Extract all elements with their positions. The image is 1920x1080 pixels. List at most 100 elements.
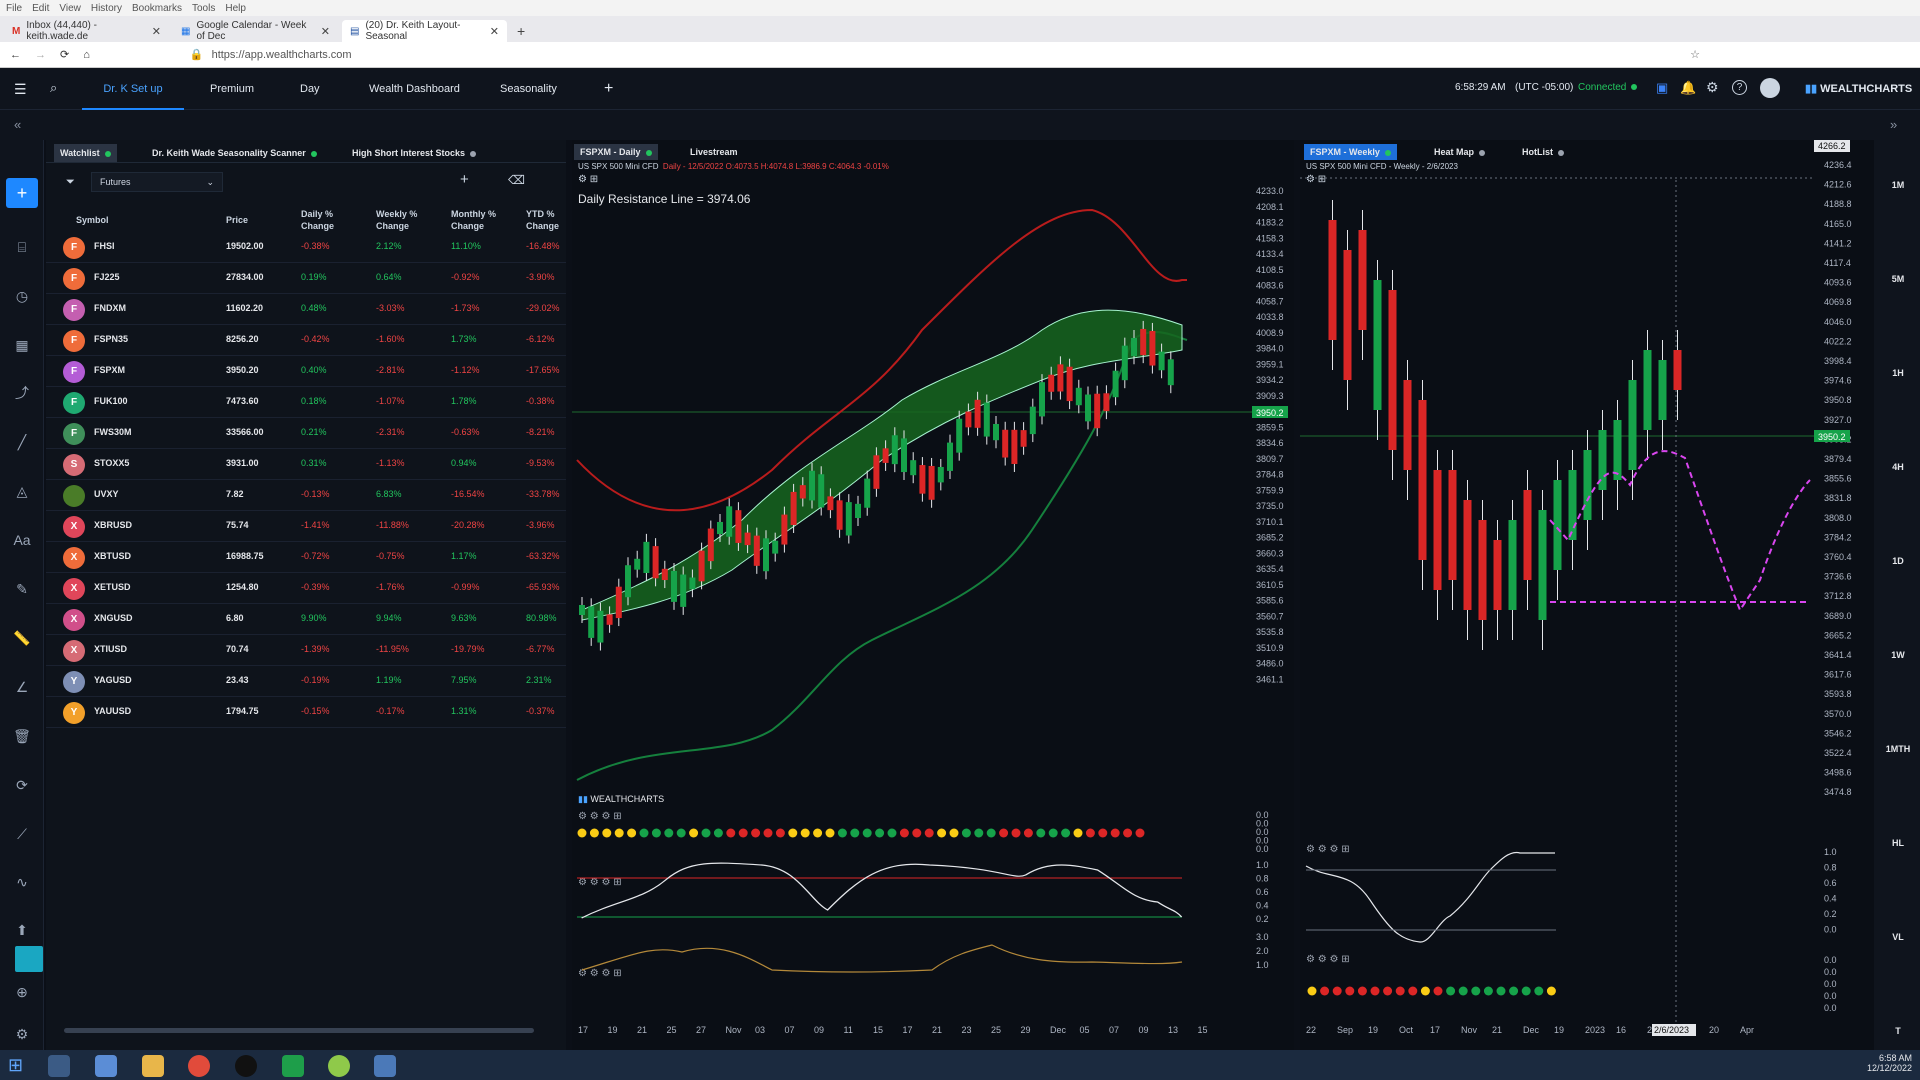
- timeframe-1w[interactable]: 1W: [1880, 650, 1916, 660]
- line-tool-icon[interactable]: ╱: [12, 432, 32, 452]
- add-icon[interactable]: +: [6, 178, 38, 208]
- col-daily[interactable]: Daily % Change: [301, 208, 351, 232]
- watchlist-row[interactable]: X XTIUSD 70.74 -1.39% -11.95% -19.79% -6.77%: [46, 635, 566, 666]
- watchlist-row[interactable]: Y YAUUSD 1794.75 -0.15% -0.17% 1.31% -0.37%: [46, 697, 566, 728]
- browser-tab-calendar[interactable]: ▦ Google Calendar - Week of Dec ✕: [173, 20, 338, 42]
- col-weekly[interactable]: Weekly % Change: [376, 208, 431, 232]
- daily-chart-canvas[interactable]: 4233.0 4208.1 4183.2 4158.3 4133.4 4108.5 4083…: [572, 140, 1294, 1050]
- timeframe-hl[interactable]: HL: [1880, 838, 1916, 848]
- col-price[interactable]: Price: [226, 214, 248, 226]
- close-icon[interactable]: ✕: [152, 25, 161, 38]
- close-icon[interactable]: ✕: [321, 25, 330, 38]
- watchlist-row[interactable]: F FNDXM 11602.20 0.48% -3.03% -1.73% -29.02%: [46, 294, 566, 325]
- col-ytd[interactable]: YTD % Change: [526, 208, 566, 232]
- weekly-chart-canvas[interactable]: 4236.4 4212.6 4188.8 4165.0 4141.2 4117.4 4093…: [1300, 140, 1874, 1050]
- save-icon[interactable]: ▣: [1656, 80, 1668, 96]
- watchlist-row[interactable]: Y YAGUSD 23.43 -0.19% 1.19% 7.95% 2.31%: [46, 666, 566, 697]
- chart-icon[interactable]: ⌸: [12, 237, 32, 257]
- calendar-icon[interactable]: ▦: [12, 335, 32, 355]
- timeframe-1mth[interactable]: 1MTH: [1880, 744, 1916, 754]
- horizontal-scrollbar[interactable]: [64, 1028, 534, 1033]
- watchlist-row[interactable]: S STOXX5 3931.00 0.31% -1.13% 0.94% -9.53%: [46, 449, 566, 480]
- watchlist-row[interactable]: F FUK100 7473.60 0.18% -1.07% 1.78% -0.38%: [46, 387, 566, 418]
- pencil-icon[interactable]: ✎: [12, 579, 32, 599]
- bell-icon[interactable]: 🔔: [1680, 80, 1696, 96]
- add-symbol-button[interactable]: +: [460, 171, 469, 188]
- tab-wealth-dashboard[interactable]: Wealth Dashboard: [369, 68, 460, 110]
- collapse-left-icon[interactable]: «: [14, 117, 21, 132]
- timeframe-5m[interactable]: 5M: [1880, 274, 1916, 284]
- search-icon[interactable]: ⌕: [50, 80, 57, 96]
- watchlist-row[interactable]: F FSPXM 3950.20 0.40% -2.81% -1.12% -17.65%: [46, 356, 566, 387]
- watchlist-row[interactable]: X XBTUSD 16988.75 -0.72% -0.75% 1.17% -63.32%: [46, 542, 566, 573]
- forward-icon[interactable]: →: [35, 49, 46, 61]
- timeframe-1h[interactable]: 1H: [1880, 368, 1916, 378]
- tab-day[interactable]: Day: [300, 68, 320, 110]
- browser-menu-item[interactable]: Help: [225, 3, 246, 14]
- avatar[interactable]: [1760, 78, 1780, 98]
- clock-icon[interactable]: ◷: [12, 286, 32, 306]
- app-icon[interactable]: [282, 1055, 304, 1077]
- collapse-right-icon[interactable]: »: [1890, 117, 1897, 132]
- marker-icon[interactable]: ⬆: [12, 920, 32, 940]
- watchlist-row[interactable]: X XETUSD 1254.80 -0.39% -1.76% -0.99% -65.93%: [46, 573, 566, 604]
- browser-menu-item[interactable]: History: [91, 3, 122, 14]
- tab-seasonality-scanner[interactable]: Dr. Keith Wade Seasonality Scanner: [146, 144, 323, 162]
- col-symbol[interactable]: Symbol: [76, 214, 109, 226]
- tab-seasonality[interactable]: Seasonality: [500, 68, 557, 110]
- windows-start-icon[interactable]: ⊞: [8, 1055, 23, 1076]
- bookmark-star-icon[interactable]: ☆: [1690, 48, 1700, 61]
- app-icon[interactable]: [328, 1055, 350, 1077]
- reload-icon[interactable]: ⟳: [60, 48, 69, 61]
- watchlist-row[interactable]: F FWS30M 33566.00 0.21% -2.31% -0.63% -8.21%: [46, 418, 566, 449]
- col-monthly[interactable]: Monthly % Change: [451, 208, 501, 232]
- browser-menu-item[interactable]: Tools: [192, 3, 215, 14]
- app-icon[interactable]: [95, 1055, 117, 1077]
- browser-menu-item[interactable]: File: [6, 3, 22, 14]
- url-input[interactable]: https://app.wealthcharts.com: [212, 49, 352, 61]
- color-swatch[interactable]: [15, 946, 43, 972]
- app-icon[interactable]: [374, 1055, 396, 1077]
- wave-icon[interactable]: ∿: [12, 872, 32, 892]
- new-tab-button[interactable]: +: [517, 20, 525, 42]
- eraser-icon[interactable]: ⌫: [508, 173, 525, 187]
- text-tool-icon[interactable]: Aa: [12, 530, 32, 550]
- tab-premium[interactable]: Premium: [210, 68, 254, 110]
- trend-icon[interactable]: ⤴: [12, 383, 32, 403]
- refresh-icon[interactable]: ⟳: [12, 775, 32, 795]
- timeframe-vl[interactable]: VL: [1880, 932, 1916, 942]
- tab-high-short-interest[interactable]: High Short Interest Stocks: [346, 144, 482, 162]
- help-icon[interactable]: ?: [1732, 80, 1747, 95]
- tab-dr-k-setup[interactable]: Dr. K Set up: [82, 68, 184, 110]
- watchlist-row[interactable]: F FHSI 19502.00 -0.38% 2.12% 11.10% -16.48%: [46, 232, 566, 263]
- timeframe-4h[interactable]: 4H: [1880, 462, 1916, 472]
- home-icon[interactable]: ⌂: [83, 49, 90, 61]
- task-view-icon[interactable]: [48, 1055, 70, 1077]
- angle-icon[interactable]: ∠: [12, 677, 32, 697]
- chrome-icon[interactable]: [188, 1055, 210, 1077]
- file-explorer-icon[interactable]: [142, 1055, 164, 1077]
- indicator-icon[interactable]: ⟋: [12, 824, 32, 844]
- menu-icon[interactable]: ☰: [14, 81, 27, 98]
- timeframe-1m[interactable]: 1M: [1880, 180, 1916, 190]
- timeframe-t[interactable]: T: [1880, 1026, 1916, 1036]
- app-icon[interactable]: [235, 1055, 257, 1077]
- shape-tool-icon[interactable]: ◬: [12, 481, 32, 501]
- watchlist-row[interactable]: F FJ225 27834.00 0.19% 0.64% -0.92% -3.90%: [46, 263, 566, 294]
- watchlist-row[interactable]: UVXY 7.82 -0.13% 6.83% -16.54% -33.78%: [46, 480, 566, 511]
- crosshair-icon[interactable]: ⊕: [12, 982, 32, 1002]
- close-icon[interactable]: ✕: [490, 25, 499, 38]
- gear-icon[interactable]: ⚙: [1706, 79, 1719, 96]
- ruler-icon[interactable]: 📏: [12, 628, 32, 648]
- watchlist-row[interactable]: X XBRUSD 75.74 -1.41% -11.88% -20.28% -3.96%: [46, 511, 566, 542]
- browser-tab-gmail[interactable]: M Inbox (44,440) - keith.wade.de ✕: [4, 20, 169, 42]
- back-icon[interactable]: ←: [10, 49, 21, 61]
- watchlist-row[interactable]: X XNGUSD 6.80 9.90% 9.94% 9.63% 80.98%: [46, 604, 566, 635]
- browser-tab-wealthcharts[interactable]: ▤ (20) Dr. Keith Layout-Seasonal ✕: [342, 20, 507, 42]
- filter-icon[interactable]: ⏷: [66, 176, 75, 189]
- watchlist-row[interactable]: F FSPN35 8256.20 -0.42% -1.60% 1.73% -6.12%: [46, 325, 566, 356]
- timeframe-1d[interactable]: 1D: [1880, 556, 1916, 566]
- browser-menu-item[interactable]: Bookmarks: [132, 3, 182, 14]
- settings-icon[interactable]: ⚙: [12, 1024, 32, 1044]
- browser-menu-item[interactable]: View: [59, 3, 81, 14]
